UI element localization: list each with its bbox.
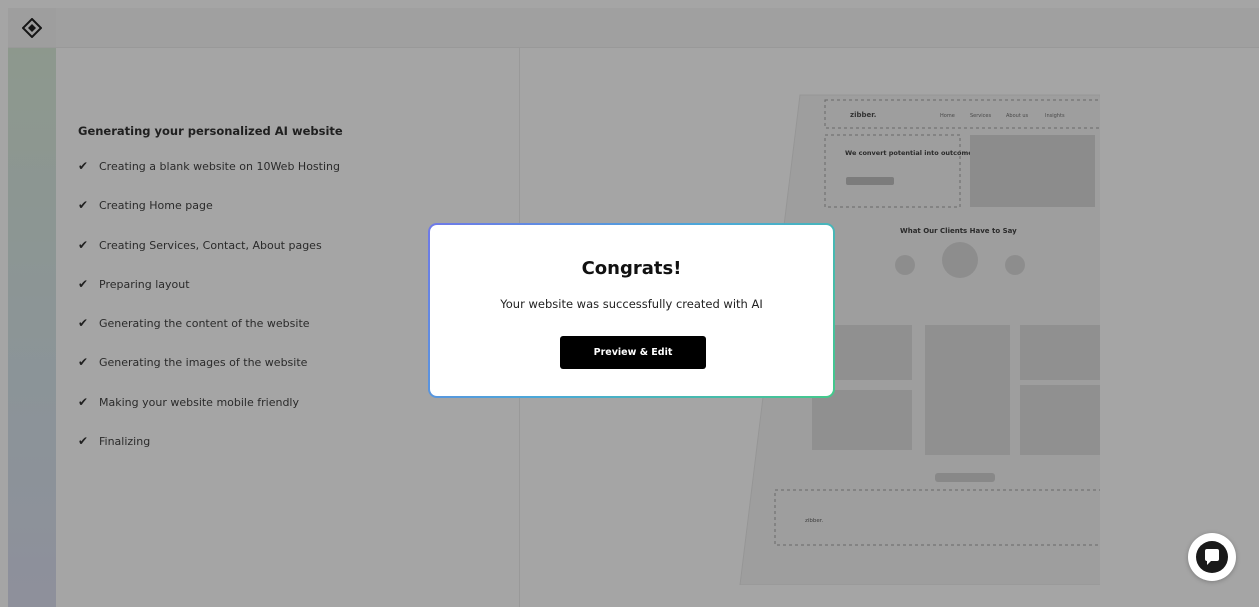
chat-button[interactable] [1188, 533, 1236, 581]
chat-bubble-icon [1196, 541, 1228, 573]
dialog-title: Congrats! [581, 258, 682, 279]
success-dialog: Congrats! Your website was successfully … [428, 223, 835, 398]
dialog-message: Your website was successfully created wi… [500, 297, 763, 311]
preview-edit-button[interactable]: Preview & Edit [560, 336, 706, 369]
